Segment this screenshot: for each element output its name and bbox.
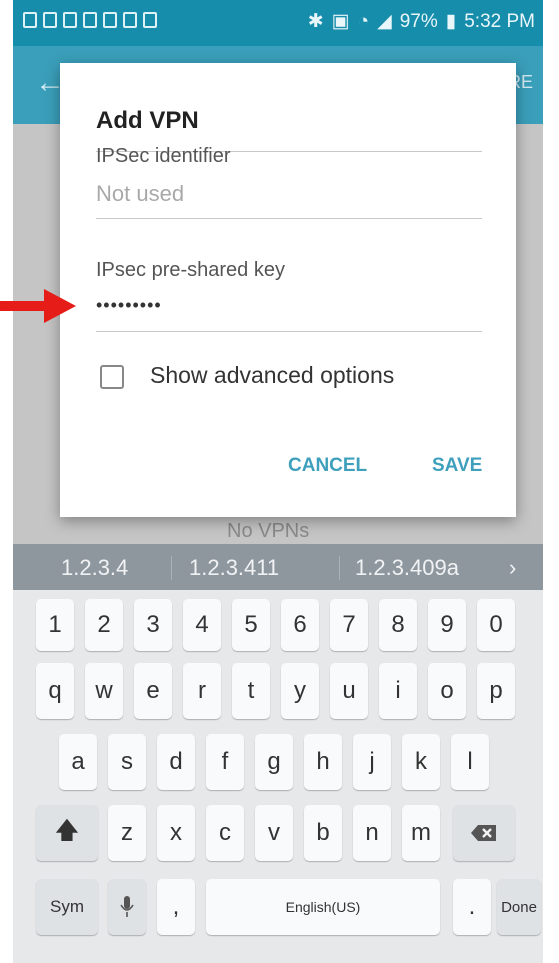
cancel-button[interactable]: CANCEL [288, 455, 367, 477]
wifi-icon: ◔ [357, 10, 370, 32]
key-3[interactable]: 3 [134, 599, 172, 651]
key-w[interactable]: w [85, 663, 123, 719]
save-button[interactable]: SAVE [432, 455, 482, 477]
shift-key[interactable]: 🡅 [36, 805, 98, 861]
key-5[interactable]: 5 [232, 599, 270, 651]
sym-key[interactable]: Sym [36, 879, 98, 935]
ipsec-identifier-label: IPSec identifier [96, 145, 231, 167]
key-o[interactable]: o [428, 663, 466, 719]
key-k[interactable]: k [402, 734, 440, 790]
key-9[interactable]: 9 [428, 599, 466, 651]
phone-screen: ✱ ▣ ◔ ◢ 97% ▮ 5:32 PM ← RE No VPNs Add V… [13, 0, 543, 963]
add-vpn-dialog: Add VPN IPSec identifier Not used IPsec … [60, 63, 516, 517]
chevron-right-icon[interactable]: › [509, 555, 516, 581]
microphone-icon [120, 896, 134, 917]
key-j[interactable]: j [353, 734, 391, 790]
key-8[interactable]: 8 [379, 599, 417, 651]
key-n[interactable]: n [353, 805, 391, 861]
key-x[interactable]: x [157, 805, 195, 861]
comma-key[interactable]: , [157, 879, 195, 935]
notification-icon [83, 12, 97, 28]
key-m[interactable]: m [402, 805, 440, 861]
key-2[interactable]: 2 [85, 599, 123, 651]
microphone-key[interactable] [108, 879, 146, 935]
key-v[interactable]: v [255, 805, 293, 861]
show-advanced-label[interactable]: Show advanced options [150, 362, 394, 389]
notification-icon [103, 12, 117, 28]
suggestion-item[interactable]: 1.2.3.4 [61, 555, 128, 581]
period-key[interactable]: . [453, 879, 491, 935]
suggestion-item[interactable]: 1.2.3.409a [355, 555, 459, 581]
ipsec-psk-field[interactable]: ••••••••• [96, 295, 162, 316]
key-z[interactable]: z [108, 805, 146, 861]
divider [96, 218, 482, 219]
backspace-key[interactable] [453, 805, 515, 861]
backspace-icon [471, 825, 496, 841]
key-4[interactable]: 4 [183, 599, 221, 651]
signal-icon: ◢ [377, 11, 392, 32]
key-c[interactable]: c [206, 805, 244, 861]
red-arrow-annotation [0, 289, 76, 323]
divider [339, 556, 340, 580]
key-b[interactable]: b [304, 805, 342, 861]
system-status: ✱ ▣ ◔ ◢ 97% ▮ 5:32 PM [308, 10, 535, 33]
status-bar: ✱ ▣ ◔ ◢ 97% ▮ 5:32 PM [13, 0, 543, 46]
key-r[interactable]: r [183, 663, 221, 719]
key-1[interactable]: 1 [36, 599, 74, 651]
notification-icon [43, 12, 57, 28]
key-f[interactable]: f [206, 734, 244, 790]
key-t[interactable]: t [232, 663, 270, 719]
key-0[interactable]: 0 [477, 599, 515, 651]
ipsec-psk-label: IPsec pre-shared key [96, 259, 285, 281]
key-6[interactable]: 6 [281, 599, 319, 651]
shift-arrow-icon: 🡅 [54, 816, 80, 844]
notification-icon [143, 12, 157, 28]
notification-icons [23, 12, 157, 28]
keyboard: 1 2 3 4 5 6 7 8 9 0 q w e r t y u i o p … [13, 590, 543, 963]
clock: 5:32 PM [464, 10, 535, 32]
key-i[interactable]: i [379, 663, 417, 719]
notification-icon [23, 12, 37, 28]
empty-list-text: No VPNs [227, 520, 310, 542]
battery-icon: ▮ [445, 11, 457, 32]
space-key[interactable]: English(US) [206, 879, 440, 935]
key-e[interactable]: e [134, 663, 172, 719]
key-d[interactable]: d [157, 734, 195, 790]
key-h[interactable]: h [304, 734, 342, 790]
notification-icon [123, 12, 137, 28]
suggestion-item[interactable]: 1.2.3.411 [189, 555, 279, 581]
key-g[interactable]: g [255, 734, 293, 790]
divider [171, 556, 172, 580]
key-y[interactable]: y [281, 663, 319, 719]
key-7[interactable]: 7 [330, 599, 368, 651]
key-u[interactable]: u [330, 663, 368, 719]
notification-icon [63, 12, 77, 28]
battery-percent: 97% [399, 10, 438, 32]
divider [96, 331, 482, 332]
arrow-shaft [0, 301, 46, 311]
suggestion-bar: 1.2.3.4 1.2.3.411 1.2.3.409a › [13, 544, 543, 590]
show-advanced-checkbox[interactable] [100, 365, 124, 389]
ipsec-identifier-field[interactable]: Not used [96, 181, 184, 207]
nfc-icon: ▣ [331, 11, 350, 32]
done-key[interactable]: Done [497, 879, 541, 935]
dialog-title: Add VPN [96, 107, 199, 134]
key-a[interactable]: a [59, 734, 97, 790]
key-p[interactable]: p [477, 663, 515, 719]
key-l[interactable]: l [451, 734, 489, 790]
bluetooth-icon: ✱ [307, 11, 324, 32]
key-q[interactable]: q [36, 663, 74, 719]
key-s[interactable]: s [108, 734, 146, 790]
arrow-head [44, 289, 76, 323]
